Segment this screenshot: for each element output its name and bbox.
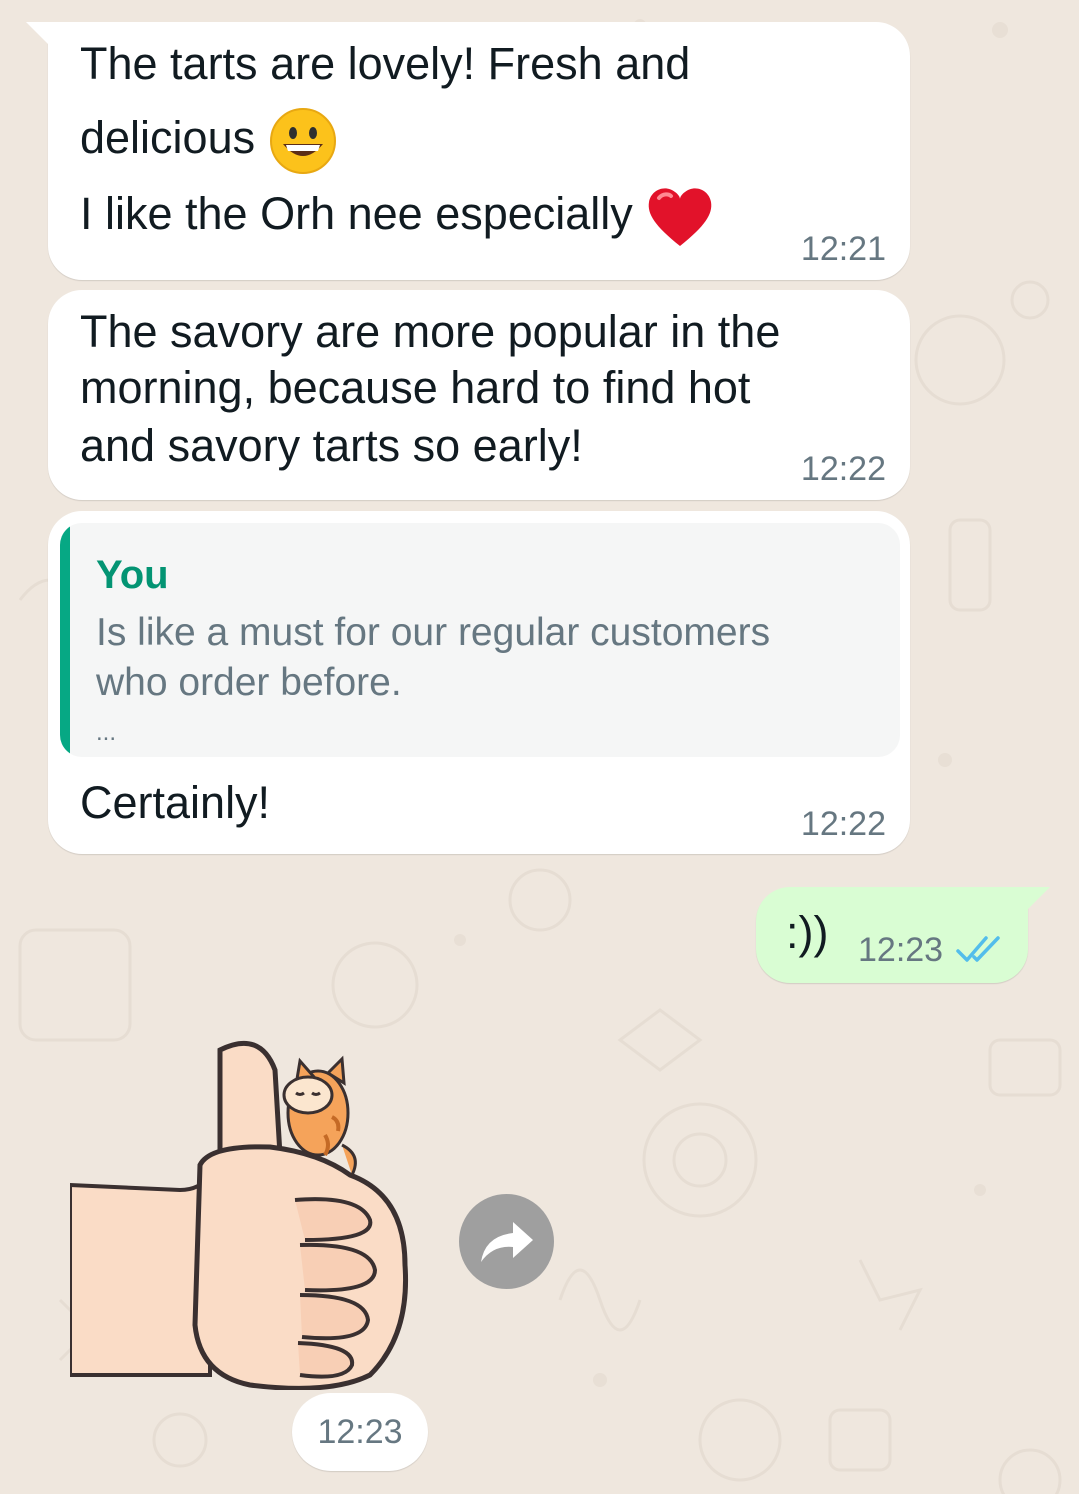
quote-author: You [96, 553, 169, 597]
message-text-line-with-emoji: I like the Orh nee especially [80, 184, 715, 250]
message-timestamp: 12:23 [858, 931, 944, 969]
message-text: :)) [786, 907, 829, 958]
quote-ellipsis: ... [96, 719, 117, 746]
grinning-face-emoji [269, 108, 336, 174]
message-text: delicious [80, 111, 256, 163]
message-timestamp: 12:21 [800, 230, 886, 268]
bubble-tail [26, 22, 50, 46]
message-timestamp: 12:22 [800, 450, 886, 488]
forward-arrow-icon [480, 1221, 533, 1262]
message-text: I like the Orh nee especially [80, 187, 633, 239]
red-heart-emoji [649, 188, 712, 246]
message-text-line-with-emoji: delicious [80, 106, 338, 176]
bubble-tail [1026, 887, 1050, 911]
forward-button[interactable] [459, 1194, 554, 1289]
quote-accent-bar [60, 523, 70, 757]
double-check-read-icon [956, 936, 1000, 962]
message-text-line: Certainly! [80, 777, 271, 828]
cat-on-thumbs-up-sticker[interactable] [70, 1025, 415, 1390]
outgoing-message[interactable]: :)) 12:23 [756, 887, 1050, 983]
message-text-line: The savory are more popular in the [80, 306, 781, 357]
quote-text-line: who order before. [96, 661, 402, 704]
incoming-message-with-reply[interactable]: You Is like a must for our regular custo… [48, 511, 910, 854]
quoted-message[interactable]: You Is like a must for our regular custo… [60, 523, 900, 757]
message-timestamp: 12:22 [800, 805, 886, 843]
incoming-message[interactable]: The tarts are lovely! Fresh and deliciou… [26, 22, 910, 280]
sticker-timestamp: 12:23 [292, 1393, 428, 1471]
message-text-line: The tarts are lovely! Fresh and [80, 38, 691, 89]
message-text-line: morning, because hard to find hot [80, 362, 751, 413]
quote-text-line: Is like a must for our regular customers [96, 611, 771, 654]
message-text-line: and savory tarts so early! [80, 420, 583, 471]
incoming-message[interactable]: The savory are more popular in the morni… [48, 290, 910, 500]
